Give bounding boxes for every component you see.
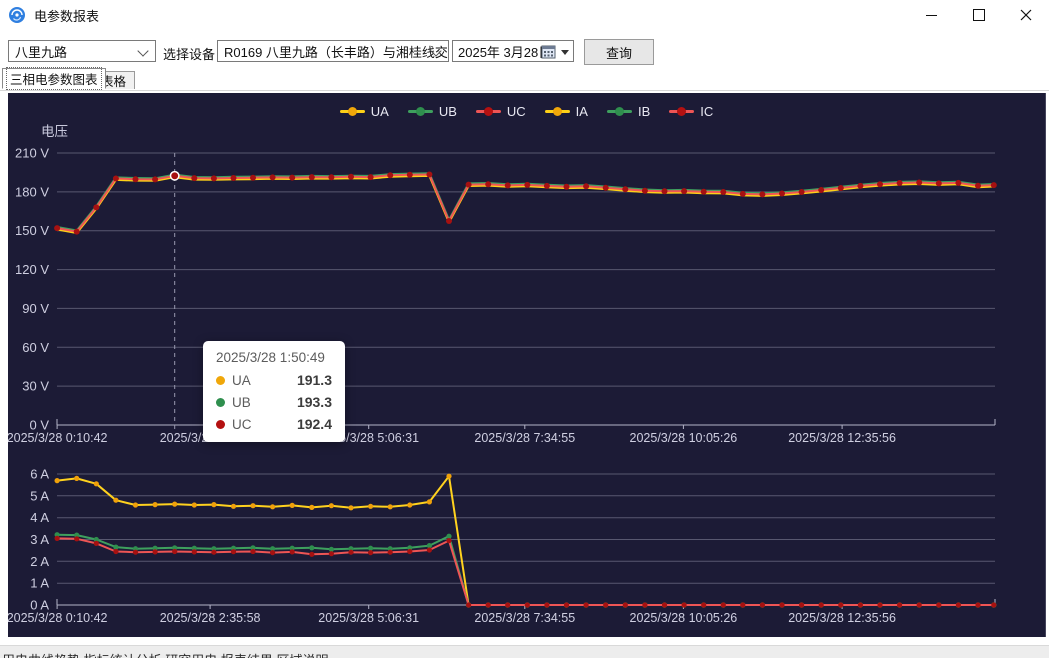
y-tick-label: 1 A [30,576,49,591]
x-tick-label: 2025/3/28 12:35:56 [788,611,896,625]
y-tick-label: 150 V [15,223,49,238]
tooltip-row-ua: UA 191.3 [216,372,332,388]
tab-strip: 三相电参数图表 表格 [0,67,1049,91]
series-IA-markers [55,474,997,608]
tooltip-row-ub: UB 193.3 [216,394,332,410]
tooltip-series-value: 192.4 [297,416,332,432]
close-icon [1020,9,1032,21]
tooltip-timestamp: 2025/3/28 1:50:49 [216,350,332,365]
date-picker[interactable]: 2025年 3月28日 [452,40,574,62]
dropdown-arrow-icon [561,50,569,55]
x-tick-label: 2025/3/28 2:35:58 [160,611,261,625]
device-label: 选择设备 [163,44,215,63]
uc-dot-icon [216,420,225,429]
y-tick-label: 180 V [15,184,49,199]
background-window-strip: 用电曲线趋势 指标统计分析 研究用电 报表结果 区域说明 [0,645,1049,658]
toolbar: 八里九路 选择设备 R0169 八里九路（长丰路）与湘桂线交 2025年 3月2… [0,30,1049,67]
y-tick-label: 120 V [15,262,49,277]
chevron-down-icon [137,45,148,56]
tooltip-series-name: UB [232,395,251,410]
device-select[interactable]: R0169 八里九路（长丰路）与湘桂线交 [217,40,449,62]
app-icon [8,6,26,24]
window-title: 电参数报表 [34,6,99,25]
series-UB-line [57,173,994,230]
y-tick-label: 2 A [30,554,49,569]
tab-chart-label: 三相电参数图表 [6,67,102,90]
x-tick-label: 2025/3/28 0:10:42 [8,611,108,625]
series-IB-line [57,535,994,605]
y-tick-label: 6 A [30,467,49,482]
minimize-icon [926,15,937,16]
x-tick-label: 2025/3/28 5:06:31 [318,611,419,625]
current-chart: 0 A1 A2 A3 A4 A5 A6 A2025/3/28 0:10:4220… [8,467,996,626]
y-tick-label: 60 V [22,340,49,355]
calendar-icon [541,44,556,62]
tab-strip-underline [0,90,1049,91]
window-controls [908,0,1049,30]
minimize-button[interactable] [908,0,955,30]
chart-panel: UAUBUCIAIBIC 电压 0 V30 V60 V90 V120 V150 … [8,93,1046,637]
voltage-chart: 0 V30 V60 V90 V120 V150 V180 V210 V2025/… [8,146,997,446]
y-tick-label: 90 V [22,301,49,316]
x-tick-label: 2025/3/28 10:05:26 [630,431,738,445]
ub-dot-icon [216,398,225,407]
maximize-icon [973,9,985,21]
maximize-button[interactable] [955,0,1002,30]
tooltip-series-value: 191.3 [297,372,332,388]
x-tick-label: 2025/3/28 7:34:55 [474,431,575,445]
chart-tooltip: 2025/3/28 1:50:49 UA 191.3 UB 193.3 UC 1… [203,341,345,442]
x-tick-label: 2025/3/28 7:34:55 [474,611,575,625]
y-tick-label: 210 V [15,146,49,161]
tooltip-series-name: UA [232,373,251,388]
y-tick-label: 30 V [22,379,49,394]
y-tick-label: 5 A [30,488,49,503]
tooltip-series-value: 193.3 [297,394,332,410]
charts-canvas: 0 V30 V60 V90 V120 V150 V180 V210 V2025/… [8,93,1046,637]
date-picker-value: 2025年 3月28日 [458,42,551,61]
series-IB-markers [55,532,997,608]
series-UC-markers [54,172,997,235]
x-tick-label: 2025/3/28 10:05:26 [630,611,738,625]
tooltip-row-uc: UC 192.4 [216,416,332,432]
close-button[interactable] [1002,0,1049,30]
title-bar: 电参数报表 [0,0,1049,31]
y-tick-label: 3 A [30,532,49,547]
line-select-value: 八里九路 [15,42,67,61]
query-button-label: 查询 [606,43,632,62]
tooltip-series-name: UC [232,417,252,432]
y-tick-label: 4 A [30,510,49,525]
tab-chart[interactable]: 三相电参数图表 [2,68,106,89]
ua-dot-icon [216,376,225,385]
x-tick-label: 2025/3/28 12:35:56 [788,431,896,445]
bottom-gap [0,637,1049,645]
clipped-background-text: 用电曲线趋势 指标统计分析 研究用电 报表结果 区域说明 [2,650,328,658]
line-select[interactable]: 八里九路 [8,40,156,62]
query-button[interactable]: 查询 [584,39,654,65]
device-select-value: R0169 八里九路（长丰路）与湘桂线交 [224,42,448,61]
x-tick-label: 2025/3/28 0:10:42 [8,431,108,445]
highlighted-point [171,172,179,180]
